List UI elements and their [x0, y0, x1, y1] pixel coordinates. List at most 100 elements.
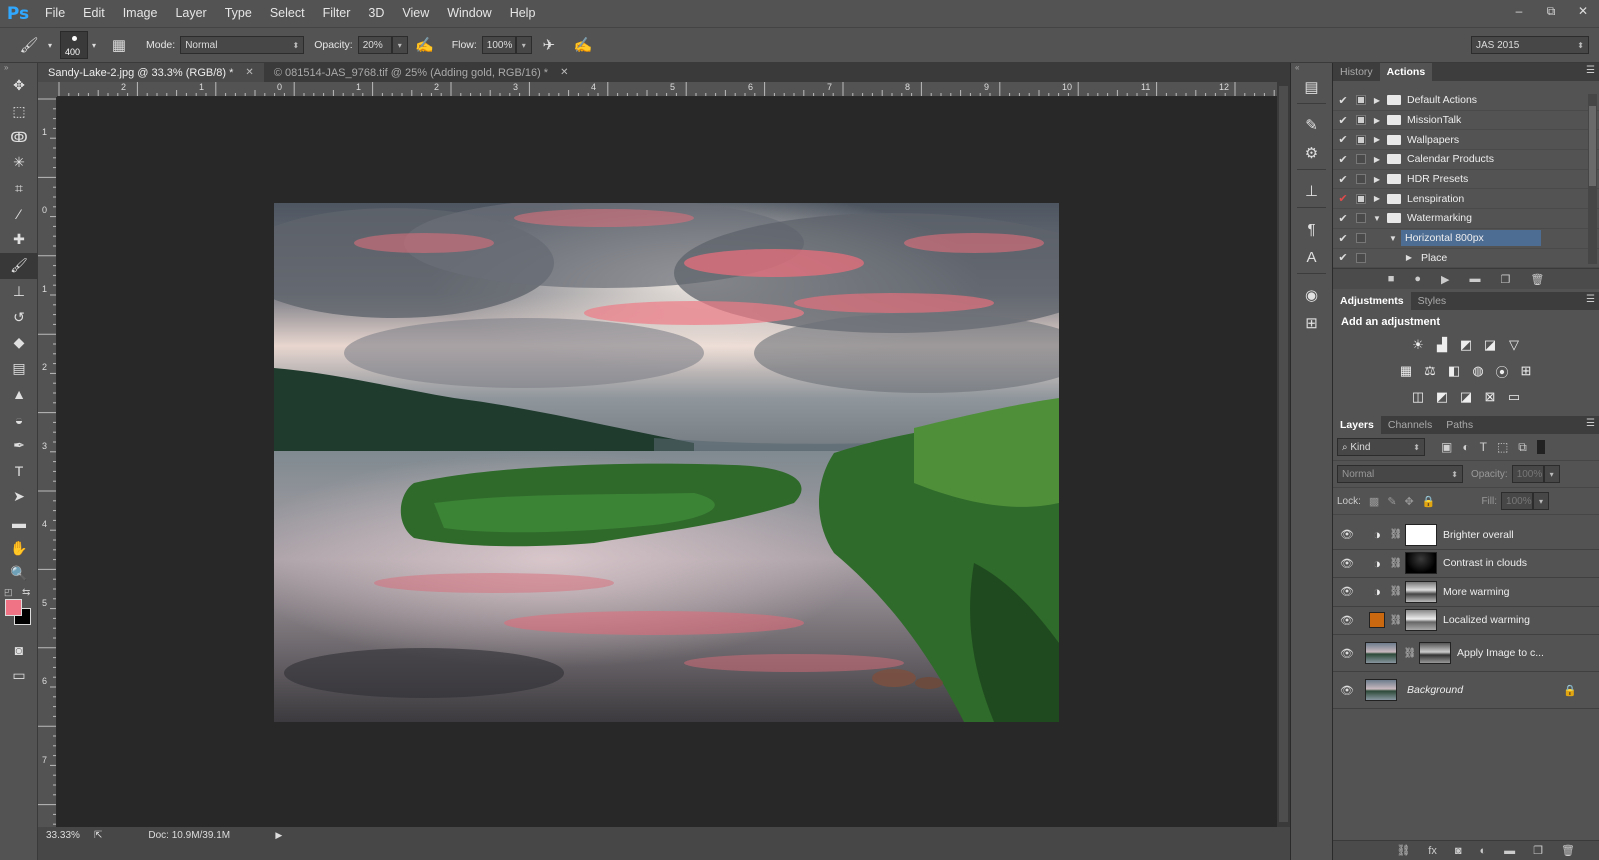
- menu-help[interactable]: Help: [501, 0, 545, 27]
- dialog-toggle[interactable]: [1356, 174, 1366, 185]
- history-brush-tool-icon[interactable]: ↺: [0, 304, 38, 330]
- opacity-dropdown[interactable]: ▾: [391, 36, 408, 54]
- tab-sandy-lake[interactable]: Sandy-Lake-2.jpg @ 33.3% (RGB/8) * ✕: [38, 63, 264, 82]
- tab-history[interactable]: History: [1333, 63, 1380, 81]
- filter-shape-icon[interactable]: ⬚: [1497, 440, 1508, 454]
- tab-layers[interactable]: Layers: [1333, 416, 1381, 435]
- tab-actions[interactable]: Actions: [1379, 63, 1433, 81]
- brush-settings-icon[interactable]: ⚙: [1291, 139, 1332, 167]
- expand-arrow-icon[interactable]: ▶: [1371, 116, 1383, 125]
- close-icon[interactable]: ✕: [245, 67, 253, 78]
- workspace-select[interactable]: JAS 2015 ⬍: [1471, 36, 1589, 54]
- layer-mask-thumbnail[interactable]: [1405, 552, 1437, 575]
- expand-arrow-icon[interactable]: ▶: [1403, 253, 1415, 262]
- selective-color-icon[interactable]: ⊠: [1481, 388, 1499, 406]
- stop-icon[interactable]: ■: [1388, 273, 1395, 285]
- foreground-color-swatch[interactable]: [5, 598, 22, 616]
- clone-source-icon[interactable]: ⊥: [1291, 177, 1332, 205]
- visibility-eye-icon[interactable]: 👁: [1333, 557, 1361, 570]
- menu-window[interactable]: Window: [438, 0, 500, 27]
- toggle-check-icon[interactable]: ✔: [1333, 232, 1353, 245]
- expand-arrow-icon[interactable]: ▶: [1371, 175, 1383, 184]
- lasso-tool-icon[interactable]: ↂ: [0, 124, 38, 150]
- solid-color-fill-swatch[interactable]: [1369, 612, 1385, 629]
- clone-stamp-tool-icon[interactable]: ⊥: [0, 279, 38, 305]
- actions-scrollbar[interactable]: [1588, 94, 1597, 264]
- action-set-hdr-presets[interactable]: ✔ ▶ HDR Presets: [1333, 170, 1599, 190]
- screen-mode-icon[interactable]: ▭: [0, 662, 38, 688]
- layer-localized-warming[interactable]: 👁 ⛓ Localized warming: [1333, 607, 1599, 636]
- quick-mask-icon[interactable]: ◙: [0, 637, 38, 663]
- dodge-tool-icon[interactable]: ◒: [0, 407, 38, 433]
- scrollbar-thumb[interactable]: [1589, 106, 1596, 186]
- color-panel-icon[interactable]: ◉: [1291, 281, 1332, 309]
- brightness-contrast-icon[interactable]: ☀: [1409, 336, 1427, 354]
- rectangle-tool-icon[interactable]: ▬: [0, 510, 38, 536]
- lock-position-icon[interactable]: ✥: [1405, 495, 1414, 508]
- scrollbar-thumb[interactable]: [1279, 86, 1288, 822]
- hue-saturation-icon[interactable]: ▦: [1397, 362, 1415, 380]
- paragraph-icon[interactable]: ¶: [1291, 215, 1332, 243]
- visibility-eye-icon[interactable]: 👁: [1333, 684, 1361, 697]
- trash-icon[interactable]: 🗑: [1561, 844, 1575, 857]
- panel-menu-icon[interactable]: ☰: [1586, 294, 1595, 305]
- path-selection-tool-icon[interactable]: ➤: [0, 484, 38, 510]
- layer-opacity-dropdown[interactable]: ▾: [1543, 465, 1560, 484]
- zoom-level[interactable]: 33.33%: [46, 830, 88, 841]
- chevron-down-icon[interactable]: ▾: [46, 34, 54, 56]
- invert-icon[interactable]: ◫: [1409, 388, 1427, 406]
- filter-toggle[interactable]: [1536, 440, 1545, 455]
- panel-grip-icon[interactable]: »: [0, 63, 37, 73]
- link-layers-icon[interactable]: ⛓: [1396, 844, 1410, 857]
- menu-view[interactable]: View: [393, 0, 438, 27]
- toggle-check-icon[interactable]: ✔: [1333, 153, 1353, 166]
- collapse-arrow-icon[interactable]: ▼: [1371, 214, 1383, 223]
- menu-type[interactable]: Type: [216, 0, 261, 27]
- levels-icon[interactable]: ▟: [1433, 336, 1451, 354]
- visibility-eye-icon[interactable]: 👁: [1333, 647, 1361, 660]
- play-icon[interactable]: ▶: [1441, 273, 1449, 286]
- dialog-toggle[interactable]: [1356, 213, 1366, 224]
- eyedropper-tool-icon[interactable]: ⁄: [0, 201, 38, 227]
- lake-photo[interactable]: [274, 203, 1059, 722]
- brush-tool-icon[interactable]: 🖌: [0, 252, 38, 279]
- layer-mask-thumbnail[interactable]: [1419, 642, 1451, 665]
- toggle-check-icon[interactable]: ✔: [1333, 173, 1353, 186]
- layer-contrast-in-clouds[interactable]: 👁 ◑ ⛓ Contrast in clouds: [1333, 550, 1599, 579]
- new-action-icon[interactable]: ❐: [1500, 273, 1510, 286]
- link-chain-icon[interactable]: ⛓: [1389, 615, 1403, 626]
- gradient-map-icon[interactable]: ▭: [1505, 388, 1523, 406]
- layer-mask-thumbnail[interactable]: [1405, 609, 1437, 632]
- status-menu-arrow-icon[interactable]: ▶: [275, 830, 282, 841]
- brush-tool-preset-icon[interactable]: 🖌: [18, 34, 40, 56]
- document-canvas[interactable]: [57, 97, 1277, 827]
- collapse-arrow-icon[interactable]: ▼: [1387, 234, 1399, 243]
- panel-grip-icon[interactable]: «: [1291, 63, 1332, 73]
- swap-colors-icon[interactable]: ⇆: [22, 587, 30, 598]
- menu-image[interactable]: Image: [114, 0, 167, 27]
- record-icon[interactable]: ●: [1414, 273, 1421, 285]
- brush-panel-toggle-icon[interactable]: ▦: [108, 34, 130, 56]
- move-tool-icon[interactable]: ✥: [0, 73, 38, 99]
- mode-select[interactable]: Normal ⬍: [180, 36, 305, 54]
- vibrance-icon[interactable]: ▽: [1505, 336, 1523, 354]
- canvas-vertical-scrollbar[interactable]: [1277, 82, 1290, 827]
- layer-background[interactable]: 👁 Background 🔒: [1333, 672, 1599, 710]
- visibility-eye-icon[interactable]: 👁: [1333, 614, 1361, 627]
- color-lookup-icon[interactable]: ⊞: [1517, 362, 1535, 380]
- link-chain-icon[interactable]: ⛓: [1389, 529, 1403, 540]
- magic-wand-tool-icon[interactable]: ✳: [0, 150, 38, 176]
- ruler-origin[interactable]: [38, 82, 57, 97]
- tab-channels[interactable]: Channels: [1381, 416, 1439, 434]
- filter-smart-object-icon[interactable]: ⧉: [1518, 440, 1527, 455]
- brush-presets-icon[interactable]: ✎: [1291, 111, 1332, 139]
- flow-dropdown[interactable]: ▾: [515, 36, 532, 54]
- filter-pixel-icon[interactable]: ▣: [1441, 440, 1452, 454]
- filter-type-icon[interactable]: T: [1480, 440, 1487, 454]
- curves-icon[interactable]: ◩: [1457, 336, 1475, 354]
- action-horizontal-800px[interactable]: ✔ ▼ Horizontal 800px: [1333, 229, 1599, 249]
- gradient-tool-icon[interactable]: ▤: [0, 356, 38, 382]
- toggle-check-icon[interactable]: ✔: [1333, 251, 1353, 264]
- dialog-toggle[interactable]: [1356, 134, 1366, 145]
- blend-mode-select[interactable]: Normal ⬍: [1337, 465, 1463, 484]
